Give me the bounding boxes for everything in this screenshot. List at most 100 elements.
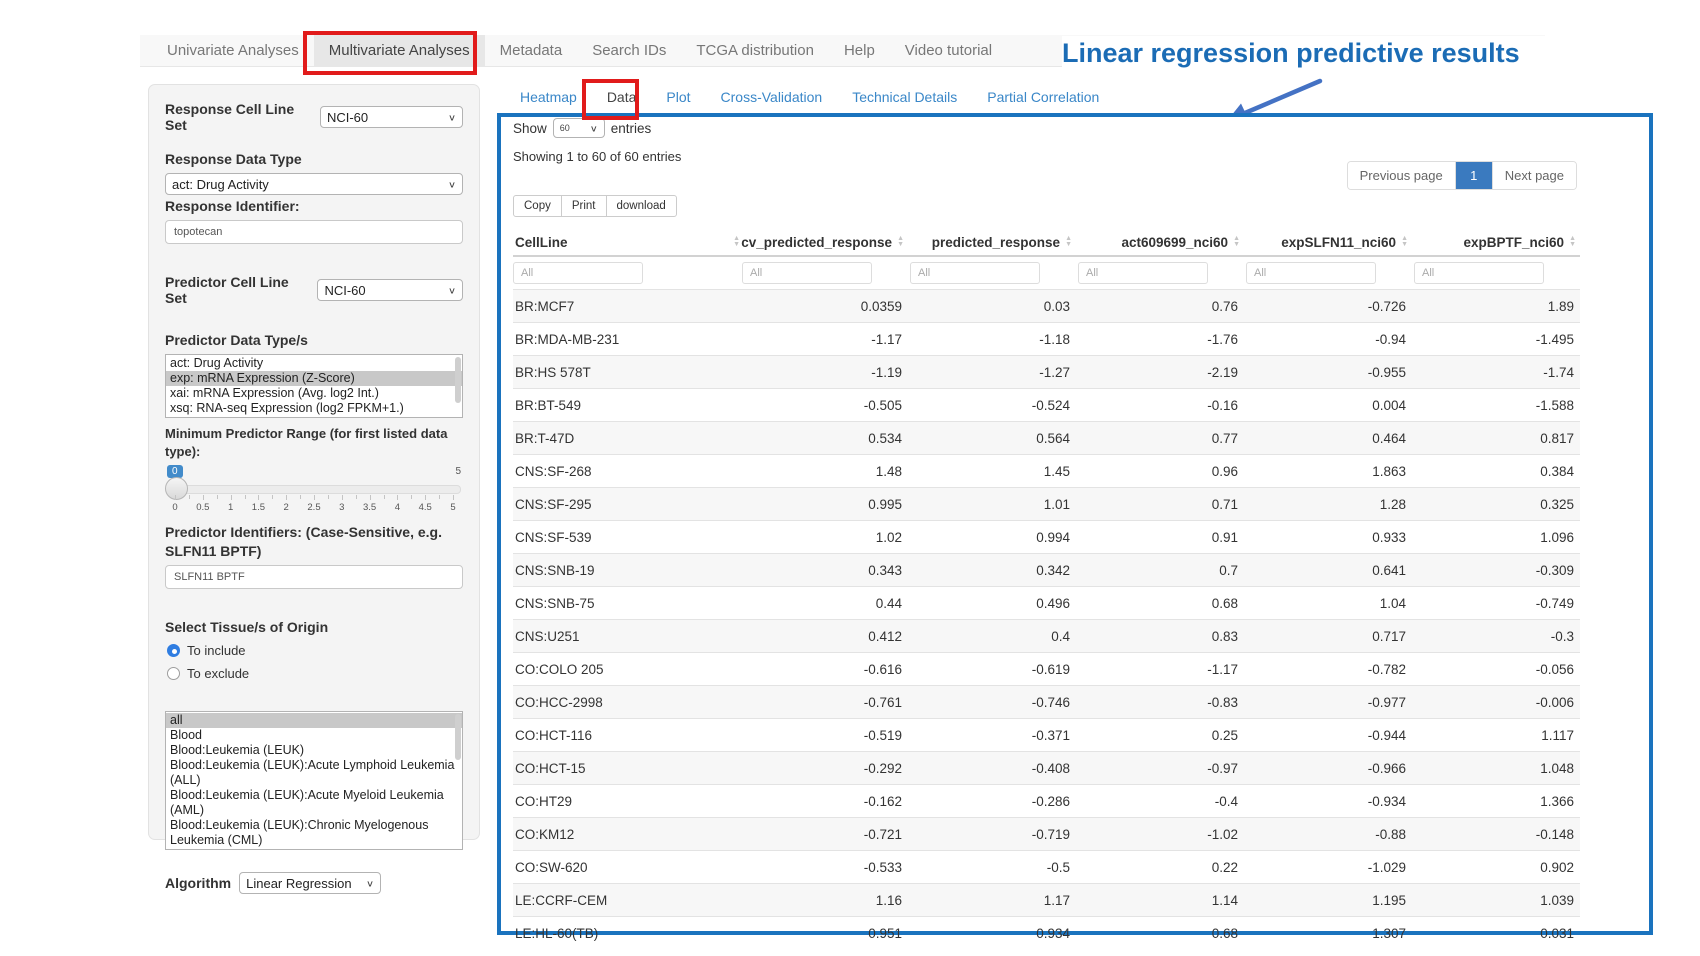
select-value: NCI-60 bbox=[324, 283, 365, 298]
nav-item-help[interactable]: Help bbox=[829, 35, 890, 66]
slider-tick bbox=[286, 495, 287, 500]
slider-grid: 00.511.522.533.544.55 bbox=[175, 495, 453, 515]
tab-cross-validation[interactable]: Cross-Validation bbox=[719, 87, 825, 107]
value-cell: 0.68 bbox=[1076, 596, 1244, 611]
tab-technical-details[interactable]: Technical Details bbox=[850, 87, 959, 107]
sort-icon[interactable]: ▲▼ bbox=[1569, 236, 1576, 248]
column-header-cellline[interactable]: CellLine ▲▼ bbox=[513, 229, 740, 255]
listbox-option-act-drug-activity[interactable]: act: Drug Activity bbox=[166, 356, 462, 371]
next-page-button[interactable]: Next page bbox=[1493, 162, 1576, 189]
column-filter-input-cellline[interactable] bbox=[513, 262, 643, 284]
value-cell: -0.505 bbox=[740, 398, 908, 413]
listbox-option-xsq-rna-seq-expression-log2-fpkm-1[interactable]: xsq: RNA-seq Expression (log2 FPKM+1.) bbox=[166, 401, 462, 416]
tissue-exclude-radio[interactable]: To exclude bbox=[167, 666, 463, 681]
column-header-act609699-nci60[interactable]: act609699_nci60▲▼ bbox=[1076, 229, 1244, 255]
listbox-option-all[interactable]: all bbox=[166, 713, 462, 728]
slider-tick bbox=[203, 495, 204, 500]
algorithm-label: Algorithm bbox=[165, 875, 231, 891]
listbox-option-blood-leukemia-leuk-acute-myeloid-leukemia-aml[interactable]: Blood:Leukemia (LEUK):Acute Myeloid Leuk… bbox=[166, 788, 462, 818]
column-header-expslfn11-nci60[interactable]: expSLFN11_nci60▲▼ bbox=[1244, 229, 1412, 255]
cell-line-cell: LE:HL-60(TB) bbox=[513, 926, 740, 941]
sort-icon[interactable]: ▲▼ bbox=[1401, 236, 1408, 248]
tab-partial-correlation[interactable]: Partial Correlation bbox=[985, 87, 1101, 107]
value-cell: -0.056 bbox=[1412, 662, 1580, 677]
response-cell-line-set-label: Response Cell Line Set bbox=[165, 101, 312, 133]
sort-icon[interactable]: ▲▼ bbox=[1233, 236, 1240, 248]
slider-tick bbox=[189, 495, 190, 499]
column-filter-input-predicted-response[interactable] bbox=[910, 262, 1040, 284]
slider-tick-label: 2.5 bbox=[307, 502, 320, 513]
chevron-down-icon: ∨ bbox=[366, 878, 374, 888]
sort-icon[interactable]: ▲▼ bbox=[733, 236, 740, 248]
sort-icon[interactable]: ▲▼ bbox=[897, 236, 904, 248]
value-cell: 0.641 bbox=[1244, 563, 1412, 578]
listbox-option-xai-mrna-expression-avg-log2-int[interactable]: xai: mRNA Expression (Avg. log2 Int.) bbox=[166, 386, 462, 401]
column-header-cv-predicted-response[interactable]: cv_predicted_response▲▼ bbox=[740, 229, 908, 255]
page-1-button[interactable]: 1 bbox=[1456, 162, 1493, 189]
value-cell: -0.955 bbox=[1244, 365, 1412, 380]
tab-plot[interactable]: Plot bbox=[664, 87, 692, 107]
value-cell: -0.5 bbox=[908, 860, 1076, 875]
value-cell: 1.14 bbox=[1076, 893, 1244, 908]
predictor-identifiers-input[interactable] bbox=[165, 565, 463, 589]
response-identifier-input[interactable] bbox=[165, 220, 463, 244]
value-cell: 0.76 bbox=[1076, 299, 1244, 314]
predictor-cell-line-set-label: Predictor Cell Line Set bbox=[165, 274, 309, 306]
column-header-expbptf-nci60[interactable]: expBPTF_nci60▲▼ bbox=[1412, 229, 1580, 255]
table-row-co-hct-15: CO:HCT-15-0.292-0.408-0.97-0.9661.048 bbox=[513, 751, 1580, 784]
value-cell: 0.4 bbox=[908, 629, 1076, 644]
sort-icon[interactable]: ▲▼ bbox=[1065, 236, 1072, 248]
value-cell: -0.719 bbox=[908, 827, 1076, 842]
select-value: 60 bbox=[560, 123, 570, 133]
tab-heatmap[interactable]: Heatmap bbox=[518, 87, 579, 107]
listbox-option-blood[interactable]: Blood bbox=[166, 728, 462, 743]
slider-tick bbox=[342, 495, 343, 500]
entries-label: entries bbox=[611, 121, 652, 136]
column-filter-input-cv-predicted-response[interactable] bbox=[742, 262, 872, 284]
show-label: Show bbox=[513, 121, 547, 136]
print-button[interactable]: Print bbox=[561, 195, 607, 217]
column-header-predicted-response[interactable]: predicted_response▲▼ bbox=[908, 229, 1076, 255]
predictor-cell-line-set-select[interactable]: NCI-60 ∨ bbox=[317, 279, 463, 301]
slider-track[interactable] bbox=[167, 485, 461, 494]
page-length-select[interactable]: 60 ∨ bbox=[553, 118, 605, 138]
value-cell: 0.343 bbox=[740, 563, 908, 578]
cell-line-cell: CO:KM12 bbox=[513, 827, 740, 842]
slider-tick bbox=[300, 495, 301, 499]
nav-item-tcga-distribution[interactable]: TCGA distribution bbox=[681, 35, 829, 66]
value-cell: 1.048 bbox=[1412, 761, 1580, 776]
response-data-type-select[interactable]: act: Drug Activity ∨ bbox=[165, 173, 463, 195]
value-cell: -0.148 bbox=[1412, 827, 1580, 842]
nav-item-metadata[interactable]: Metadata bbox=[485, 35, 578, 66]
listbox-option-blood-leukemia-leuk[interactable]: Blood:Leukemia (LEUK) bbox=[166, 743, 462, 758]
value-cell: 0.91 bbox=[1076, 530, 1244, 545]
listbox-option-exp-mrna-expression-z-score[interactable]: exp: mRNA Expression (Z-Score) bbox=[166, 371, 462, 386]
slider-tick bbox=[328, 495, 329, 499]
listbox-option-blood-leukemia-leuk-acute-lymphoid-leukemia-all[interactable]: Blood:Leukemia (LEUK):Acute Lymphoid Leu… bbox=[166, 758, 462, 788]
scrollbar-thumb[interactable] bbox=[455, 714, 461, 760]
slider-tick-label: 0.5 bbox=[196, 502, 209, 513]
nav-item-video-tutorial[interactable]: Video tutorial bbox=[890, 35, 1007, 66]
column-header-label: CellLine bbox=[515, 235, 568, 250]
algorithm-select[interactable]: Linear Regression ∨ bbox=[239, 872, 381, 894]
slider-max-label: 5 bbox=[455, 466, 461, 477]
copy-button[interactable]: Copy bbox=[513, 195, 562, 217]
tissue-include-radio[interactable]: To include bbox=[167, 643, 463, 658]
value-cell: 1.16 bbox=[740, 893, 908, 908]
annotation-title: Linear regression predictive results bbox=[1062, 36, 1637, 70]
response-cell-line-set-select[interactable]: NCI-60 ∨ bbox=[320, 106, 463, 128]
nav-item-univariate-analyses[interactable]: Univariate Analyses bbox=[152, 35, 314, 66]
previous-page-button[interactable]: Previous page bbox=[1348, 162, 1456, 189]
listbox-option-blood-leukemia-leuk-chronic-myelogenous-leukemia-cml[interactable]: Blood:Leukemia (LEUK):Chronic Myelogenou… bbox=[166, 818, 462, 848]
column-filter-input-act609699-nci60[interactable] bbox=[1078, 262, 1208, 284]
multivariate-analyses-highlight-box bbox=[303, 31, 477, 75]
download-button[interactable]: download bbox=[606, 195, 677, 217]
value-cell: 1.02 bbox=[740, 530, 908, 545]
column-filter-input-expslfn11-nci60[interactable] bbox=[1246, 262, 1376, 284]
slider-tick bbox=[439, 495, 440, 499]
scrollbar-thumb[interactable] bbox=[455, 357, 461, 403]
pagination: Previous page 1 Next page bbox=[1347, 161, 1577, 190]
nav-item-search-ids[interactable]: Search IDs bbox=[577, 35, 681, 66]
column-filter-input-expbptf-nci60[interactable] bbox=[1414, 262, 1544, 284]
value-cell: 0.004 bbox=[1244, 398, 1412, 413]
